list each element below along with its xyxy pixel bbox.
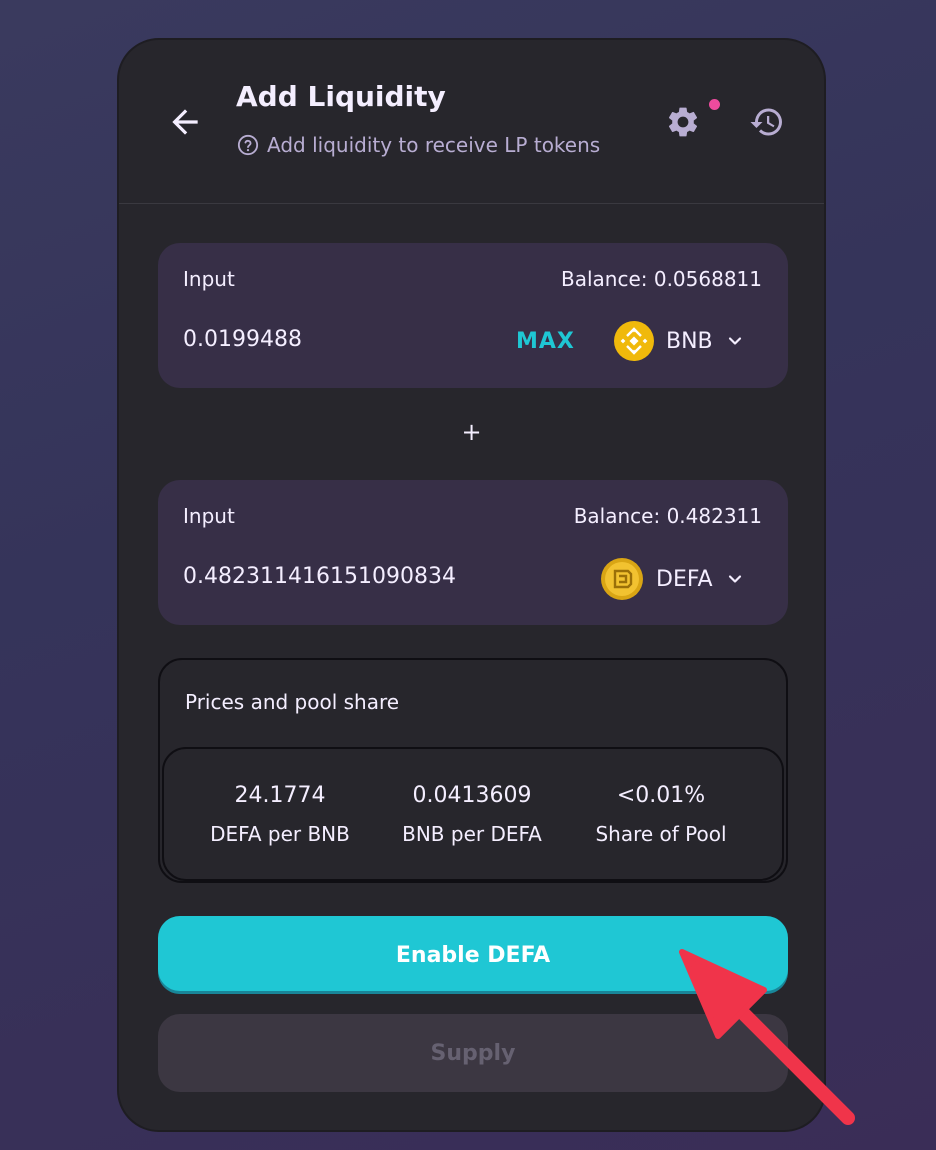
input-label: Input <box>183 504 235 528</box>
amount-input-b[interactable] <box>183 564 583 589</box>
enable-defa-button[interactable]: Enable DEFA <box>158 916 788 994</box>
history-button[interactable] <box>747 102 787 142</box>
plus-sign: + <box>461 418 482 446</box>
chevron-down-icon <box>728 337 741 345</box>
pool-stats: 24.1774 DEFA per BNB 0.0413609 BNB per D… <box>162 747 784 881</box>
pool-share-title: Prices and pool share <box>185 690 400 714</box>
card-header: Add Liquidity Add liquidity to receive L… <box>119 40 824 204</box>
add-liquidity-card: Add Liquidity Add liquidity to receive L… <box>117 38 826 1132</box>
stat-defa-per-bnb: 24.1774 DEFA per BNB <box>180 783 380 846</box>
token-name-b: DEFA <box>656 566 713 592</box>
balance-text: Balance: 0.0568811 <box>560 267 762 291</box>
pool-share-box: Prices and pool share 24.1774 DEFA per B… <box>158 658 788 883</box>
stat-label: BNB per DEFA <box>402 822 542 846</box>
page-subtitle: Add liquidity to receive LP tokens <box>237 133 600 157</box>
token-select-b[interactable]: DEFA <box>600 557 745 601</box>
page-title: Add Liquidity <box>236 80 446 113</box>
stat-share-of-pool: <0.01% Share of Pool <box>561 783 761 846</box>
chevron-down-icon <box>728 575 741 583</box>
input-label: Input <box>183 267 235 291</box>
supply-button[interactable]: Supply <box>158 1014 788 1092</box>
stat-bnb-per-defa: 0.0413609 BNB per DEFA <box>372 783 572 846</box>
help-circle-icon[interactable] <box>237 134 259 156</box>
max-button[interactable]: MAX <box>516 329 575 354</box>
gear-icon <box>668 107 698 137</box>
notification-dot <box>707 97 722 112</box>
stat-value: 24.1774 <box>234 783 326 808</box>
currency-input-panel-a: Input Balance: 0.0568811 MAX BNB <box>158 243 788 388</box>
stat-value: 0.0413609 <box>412 783 532 808</box>
back-button[interactable] <box>163 100 207 144</box>
history-icon <box>750 108 782 136</box>
stat-label: DEFA per BNB <box>210 822 350 846</box>
stat-label: Share of Pool <box>595 822 727 846</box>
amount-input-a[interactable] <box>183 327 503 352</box>
currency-input-panel-b: Input Balance: 0.482311 DEFA <box>158 480 788 625</box>
token-select-a[interactable]: BNB <box>614 321 745 361</box>
bnb-token-icon <box>614 321 654 361</box>
arrow-left-icon <box>172 109 198 135</box>
token-name-a: BNB <box>666 328 713 354</box>
settings-button[interactable] <box>663 102 703 142</box>
defa-token-icon <box>601 558 643 600</box>
subtitle-text: Add liquidity to receive LP tokens <box>267 133 601 157</box>
stat-value: <0.01% <box>616 783 706 808</box>
balance-text: Balance: 0.482311 <box>573 504 762 528</box>
